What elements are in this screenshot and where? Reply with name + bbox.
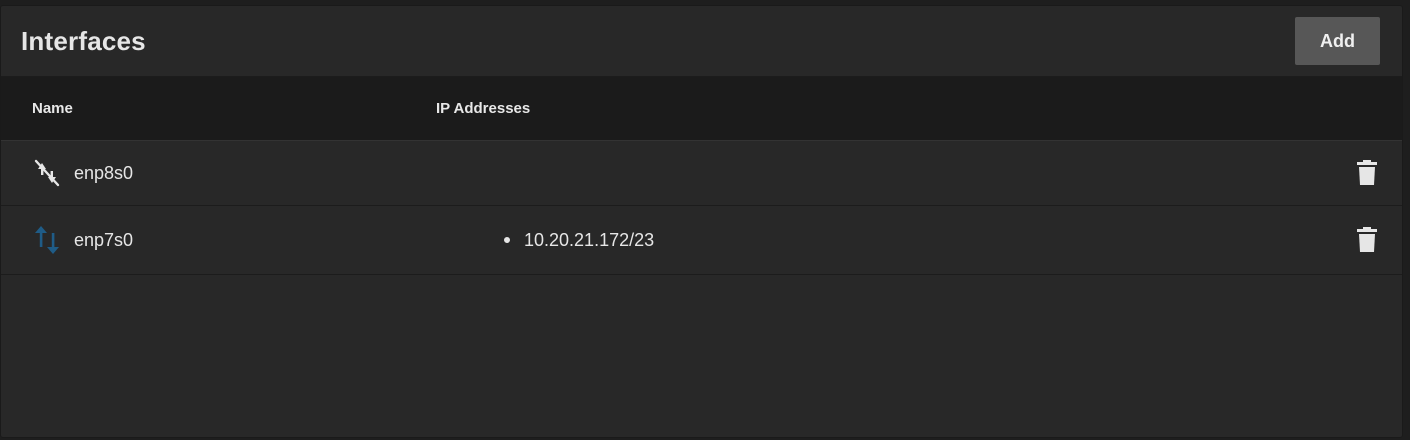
card-header: Interfaces Add xyxy=(1,6,1402,77)
ip-address: 10.20.21.172/23 xyxy=(524,229,655,250)
link-off-icon xyxy=(32,157,62,189)
name-cell: enp8s0 xyxy=(1,157,436,189)
list-bullet xyxy=(504,237,510,243)
table-row[interactable]: enp7s0 10.20.21.172/23 xyxy=(1,206,1402,275)
column-header-name[interactable]: Name xyxy=(1,100,436,117)
table-row[interactable]: enp8s0 xyxy=(1,141,1402,206)
ip-addresses-cell: 10.20.21.172/23 xyxy=(436,230,1402,251)
table-header: Name IP Addresses xyxy=(1,77,1402,141)
interface-name: enp8s0 xyxy=(74,162,134,183)
column-header-ip-addresses[interactable]: IP Addresses xyxy=(436,100,1402,117)
interfaces-card: Interfaces Add Name IP Addresses enp8s0 … xyxy=(0,5,1403,438)
swap-vertical-icon xyxy=(32,224,62,256)
card-title: Interfaces xyxy=(21,25,146,56)
delete-icon[interactable] xyxy=(1356,227,1378,253)
name-cell: enp7s0 xyxy=(1,224,436,256)
interface-name: enp7s0 xyxy=(74,229,134,250)
delete-icon[interactable] xyxy=(1356,160,1378,186)
add-button[interactable]: Add xyxy=(1295,17,1380,65)
